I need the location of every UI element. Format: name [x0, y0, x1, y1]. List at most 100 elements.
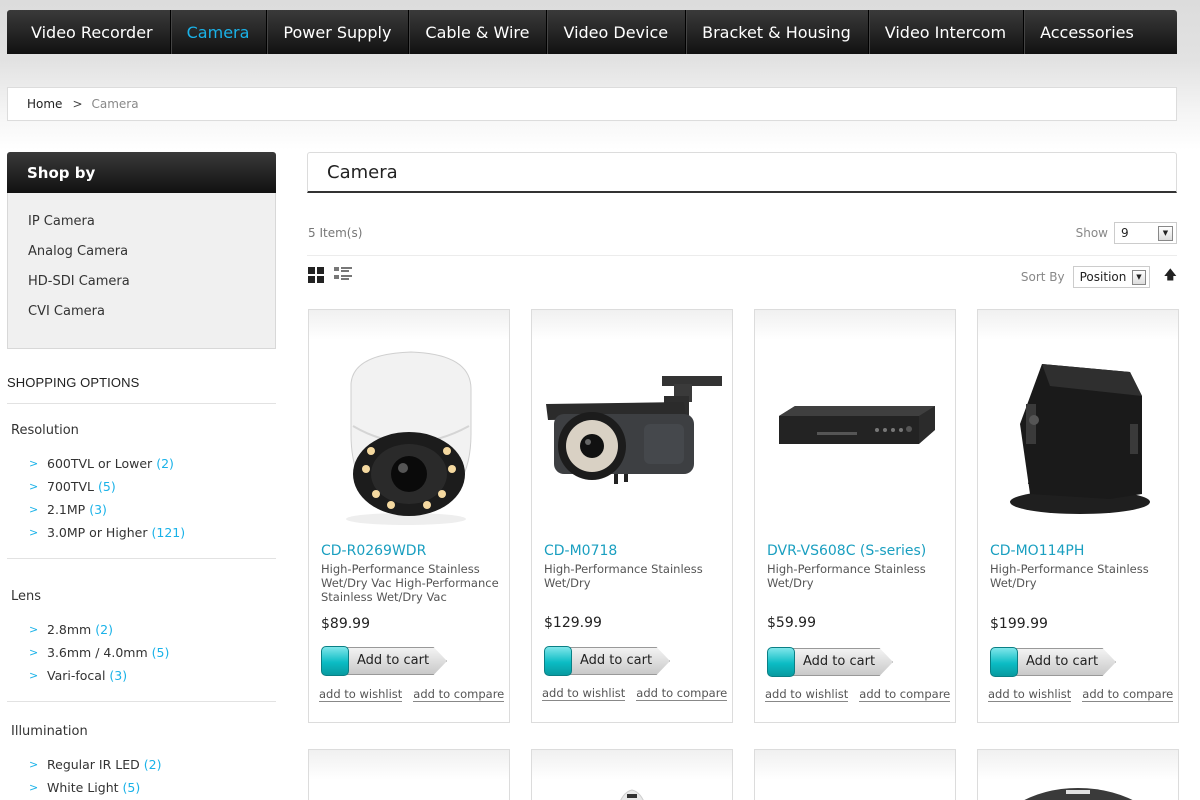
product-links: add to wishlist add to compare	[765, 688, 951, 702]
filter-title: Illumination	[11, 724, 88, 739]
nav-item-cable-wire[interactable]: Cable & Wire	[409, 10, 548, 54]
add-to-wishlist-link[interactable]: add to wishlist	[988, 688, 1072, 702]
breadcrumb-current: Camera	[91, 97, 139, 111]
add-to-wishlist-link[interactable]: add to wishlist	[542, 687, 626, 701]
nav-item-video-device[interactable]: Video Device	[547, 10, 687, 54]
add-to-compare-link[interactable]: add to compare	[1082, 688, 1174, 702]
product-description: High-Performance Stainless Wet/Dry Vac H…	[321, 562, 499, 604]
nav-item-camera[interactable]: Camera	[171, 10, 268, 54]
add-to-cart-button[interactable]: Add to cart	[990, 647, 1124, 677]
product-name-link[interactable]: CD-R0269WDR	[321, 543, 426, 559]
cart-button-icon	[990, 647, 1018, 677]
nav-item-power-supply[interactable]: Power Supply	[267, 10, 410, 54]
category-link-ip-camera[interactable]: IP Camera	[8, 212, 275, 242]
filter-option[interactable]: >600TVL or Lower (2)	[7, 452, 276, 475]
filter-title: Resolution	[11, 423, 79, 438]
dome-camera-image[interactable]	[321, 334, 499, 534]
chevron-right-icon: >	[29, 646, 39, 659]
add-to-compare-link[interactable]: add to compare	[859, 688, 951, 702]
product-price: $89.99	[321, 616, 370, 632]
filter-option[interactable]: > Regular IR LED (2)	[7, 753, 276, 776]
page-title: Camera	[307, 152, 1177, 193]
chevron-right-icon: >	[29, 480, 39, 493]
filter-option-label: 3.6mm / 4.0mm	[47, 645, 148, 660]
add-to-cart-label: Add to cart	[803, 654, 876, 669]
filter-option[interactable]: > White Light (5)	[7, 776, 276, 799]
toolbar-top: 5 Item(s) Show 9 ▼	[307, 222, 1177, 256]
filter-option[interactable]: >3.0MP or Higher (121)	[7, 521, 276, 544]
category-link-hd-sdi-camera[interactable]: HD-SDI Camera	[8, 272, 275, 302]
product-description: High-Performance Stainless Wet/Dry	[990, 562, 1149, 590]
filter-option[interactable]: >2.1MP (3)	[7, 498, 276, 521]
chevron-right-icon: >	[29, 526, 39, 539]
filter-option-count: (2)	[156, 456, 174, 471]
add-to-cart-label: Add to cart	[580, 653, 653, 668]
add-to-cart-button[interactable]: Add to cart	[321, 646, 455, 676]
shop-by-heading: Shop by	[7, 152, 276, 193]
filter-option-count: (5)	[122, 780, 141, 795]
add-to-compare-link[interactable]: add to compare	[413, 688, 505, 702]
filter-title: Lens	[11, 589, 42, 604]
cart-button-icon	[767, 647, 795, 677]
filter-option-label: White Light	[47, 780, 119, 795]
filter-option[interactable]: >700TVL (5)	[7, 475, 276, 498]
sort-control: Sort By Position ▼ 🡅	[1021, 266, 1177, 288]
add-to-cart-label: Add to cart	[1026, 654, 1099, 669]
filter-option-label: 600TVL or Lower	[47, 456, 153, 471]
filter-option-count: (5)	[98, 479, 116, 494]
bullet-camera-image[interactable]	[544, 334, 722, 534]
sort-direction-arrow-icon[interactable]: 🡅	[1164, 266, 1177, 288]
product-links: add to wishlist add to compare	[542, 687, 728, 701]
show-select[interactable]: 9 ▼	[1114, 222, 1177, 244]
pinhole-camera-image[interactable]	[990, 334, 1168, 534]
show-select-value: 9	[1121, 226, 1129, 240]
product-card: CD-M0718 High-Performance Stainless Wet/…	[531, 309, 733, 723]
grid-view-icon[interactable]	[308, 267, 326, 284]
chevron-right-icon: >	[29, 781, 39, 794]
add-to-cart-button[interactable]: Add to cart	[544, 646, 678, 676]
product-description: High-Performance Stainless Wet/Dry	[544, 562, 703, 590]
product-price: $59.99	[767, 615, 816, 631]
filter-option-label: Vari-focal	[47, 668, 106, 683]
divider	[7, 558, 276, 559]
add-to-wishlist-link[interactable]: add to wishlist	[765, 688, 849, 702]
product-thumbnail-image[interactable]	[978, 750, 1180, 800]
product-name-link[interactable]: DVR-VS608C (S-series)	[767, 543, 926, 559]
product-name-link[interactable]: CD-MO114PH	[990, 543, 1084, 559]
filter-option[interactable]: > Vari-focal (3)	[7, 664, 276, 687]
nav-item-video-intercom[interactable]: Video Intercom	[869, 10, 1025, 54]
nav-item-accessories[interactable]: Accessories	[1024, 10, 1151, 54]
add-to-wishlist-link[interactable]: add to wishlist	[319, 688, 403, 702]
chevron-right-icon: >	[29, 503, 39, 516]
sort-select[interactable]: Position ▼	[1072, 266, 1150, 288]
product-card	[308, 749, 510, 800]
dvr-image[interactable]	[767, 334, 945, 534]
list-view-icon[interactable]	[334, 266, 352, 284]
filter-group-lens: Lens >2.8mm (2) >3.6mm / 4.0mm (5) > Vari-f…	[7, 588, 276, 702]
product-price: $199.99	[990, 616, 1048, 632]
chevron-right-icon: >	[29, 457, 39, 470]
product-thumbnail-image[interactable]	[532, 750, 734, 800]
product-card	[754, 749, 956, 800]
breadcrumb-home-link[interactable]: Home	[27, 97, 62, 111]
product-card	[977, 749, 1179, 800]
nav-item-bracket-housing[interactable]: Bracket & Housing	[686, 10, 869, 54]
breadcrumb: Home > Camera	[7, 87, 1177, 121]
breadcrumb-separator: >	[72, 97, 83, 111]
nav-item-video-recorder[interactable]: Video Recorder	[7, 10, 171, 54]
filter-option-count: (3)	[89, 502, 107, 517]
add-to-compare-link[interactable]: add to compare	[636, 687, 728, 701]
filter-option[interactable]: >2.8mm (2)	[7, 618, 276, 641]
filter-option-label: 2.8mm	[47, 622, 92, 637]
category-link-cvi-camera[interactable]: CVI Camera	[8, 302, 275, 332]
category-list: IP Camera Analog Camera HD-SDI Camera CV…	[7, 193, 276, 349]
product-name-link[interactable]: CD-M0718	[544, 543, 617, 559]
add-to-cart-button[interactable]: Add to cart	[767, 647, 901, 677]
filter-group-illumination: Illumination > Regular IR LED (2) > White L…	[7, 723, 276, 799]
product-price: $129.99	[544, 615, 602, 631]
filter-option-count: (2)	[95, 622, 113, 637]
filter-option[interactable]: >3.6mm / 4.0mm (5)	[7, 641, 276, 664]
chevron-down-icon: ▼	[1132, 269, 1146, 285]
top-navigation: Video Recorder Camera Power Supply Cable…	[7, 10, 1177, 54]
category-link-analog-camera[interactable]: Analog Camera	[8, 242, 275, 272]
